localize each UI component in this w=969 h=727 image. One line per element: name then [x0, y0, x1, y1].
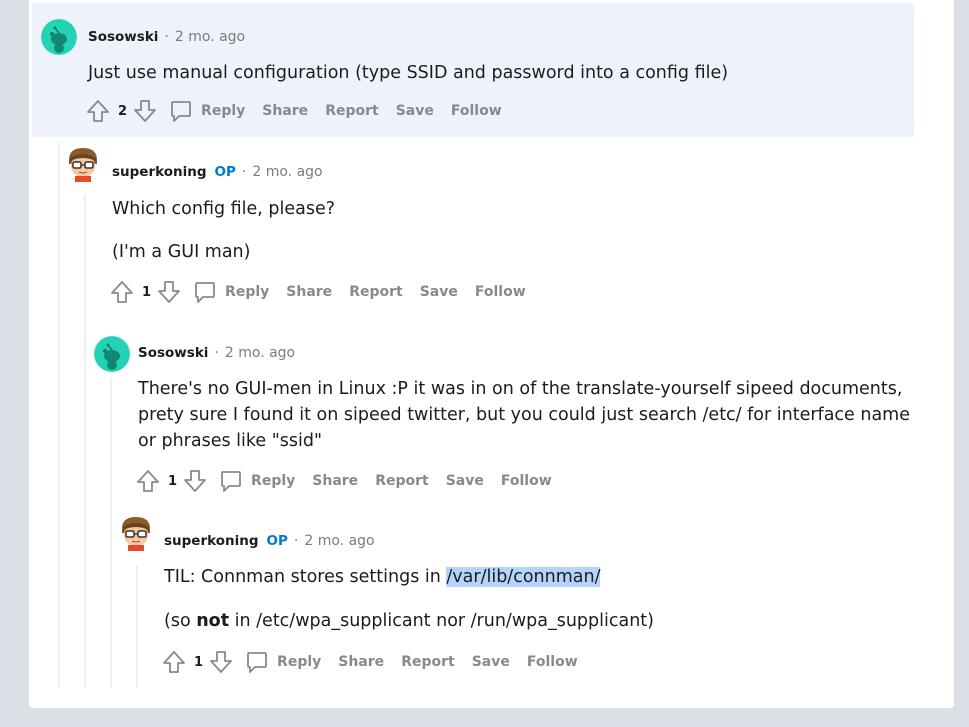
bold-text: not: [196, 611, 230, 631]
comment-meta: Sosowski · 2 mo. ago: [138, 345, 295, 361]
follow-button[interactable]: Follow: [501, 473, 552, 489]
downvote-arrow-icon[interactable]: [209, 650, 233, 674]
report-button[interactable]: Report: [375, 473, 429, 489]
comment-meta: superkoning OP · 2 mo. ago: [164, 533, 375, 549]
share-button[interactable]: Share: [286, 284, 332, 300]
report-button[interactable]: Report: [349, 284, 403, 300]
snoo-avatar-icon: [41, 19, 77, 55]
downvote-arrow-icon[interactable]: [183, 469, 207, 493]
op-badge: OP: [214, 164, 236, 180]
meta-separator: ·: [293, 533, 299, 549]
vote-count: 2: [118, 103, 128, 119]
report-button[interactable]: Report: [325, 103, 379, 119]
meta-separator: ·: [241, 164, 247, 180]
timestamp[interactable]: 2 mo. ago: [304, 533, 374, 549]
vote-count: 1: [142, 284, 152, 300]
comment-bubble-icon: [195, 282, 215, 303]
upvote-arrow-icon[interactable]: [86, 99, 110, 123]
report-button[interactable]: Report: [401, 654, 455, 670]
timestamp[interactable]: 2 mo. ago: [175, 29, 245, 45]
reply-label: Reply: [277, 654, 322, 670]
avatar[interactable]: [65, 146, 101, 182]
save-button[interactable]: Save: [446, 473, 484, 489]
upvote-arrow-icon[interactable]: [162, 650, 186, 674]
author-name[interactable]: Sosowski: [88, 29, 158, 45]
follow-button[interactable]: Follow: [475, 284, 526, 300]
comment-meta: Sosowski · 2 mo. ago: [88, 29, 245, 45]
reply-label: Reply: [201, 103, 246, 119]
save-button[interactable]: Save: [420, 284, 458, 300]
comment-body: Which config file, please?: [112, 199, 336, 219]
save-button[interactable]: Save: [472, 654, 510, 670]
thread-line[interactable]: [136, 565, 138, 688]
meta-separator: ·: [164, 29, 169, 45]
comment-meta: superkoning OP · 2 mo. ago: [112, 164, 323, 180]
comment-body: (I'm a GUI man): [112, 242, 251, 262]
body-text-segment: (so: [164, 611, 197, 631]
reply-button[interactable]: Reply: [245, 650, 321, 674]
comment-bubble-icon: [221, 471, 241, 492]
body-text-segment: in /etc/wpa_supplicant nor /run/wpa_supp…: [229, 611, 654, 631]
timestamp[interactable]: 2 mo. ago: [252, 164, 322, 180]
share-button[interactable]: Share: [262, 103, 308, 119]
author-name[interactable]: superkoning: [112, 164, 207, 180]
downvote-arrow-icon[interactable]: [157, 280, 181, 304]
thread-line[interactable]: [110, 378, 112, 688]
body-text-segment: TIL: Connman stores settings in: [164, 567, 447, 587]
avatar[interactable]: [41, 19, 77, 55]
comment-body: There's no GUI-men in Linux :P it was in…: [138, 379, 910, 451]
save-button[interactable]: Save: [396, 103, 434, 119]
reply-button[interactable]: Reply: [193, 280, 269, 304]
follow-button[interactable]: Follow: [451, 103, 502, 119]
share-button[interactable]: Share: [338, 654, 384, 670]
vote-count: 1: [168, 473, 178, 489]
comment-bubble-icon: [171, 101, 191, 122]
reply-button[interactable]: Reply: [169, 99, 245, 123]
comment-body: Just use manual configuration (type SSID…: [88, 63, 729, 83]
reply-button[interactable]: Reply: [219, 469, 295, 493]
snoo-avatar-icon: [94, 336, 130, 372]
vote-count: 1: [194, 654, 204, 670]
comment-actions: 1 Reply Share Report Save Follow: [162, 650, 578, 674]
reply-label: Reply: [251, 473, 296, 489]
comment-body: TIL: Connman stores settings in /var/lib…: [164, 564, 601, 590]
timestamp[interactable]: 2 mo. ago: [225, 345, 295, 361]
author-name[interactable]: Sosowski: [138, 345, 208, 361]
comment-bubble-icon: [247, 652, 267, 673]
glasses-character-avatar-icon: [69, 148, 97, 182]
avatar[interactable]: [118, 515, 154, 551]
downvote-arrow-icon[interactable]: [133, 99, 157, 123]
reply-label: Reply: [225, 284, 270, 300]
author-name[interactable]: superkoning: [164, 533, 259, 549]
upvote-arrow-icon[interactable]: [136, 469, 160, 493]
comment-actions: 2 Reply Share Report Save Follow: [86, 99, 502, 123]
upvote-arrow-icon[interactable]: [110, 280, 134, 304]
follow-button[interactable]: Follow: [527, 654, 578, 670]
comment-actions: 1 Reply Share Report Save Follow: [110, 280, 526, 304]
avatar[interactable]: [94, 336, 130, 372]
selected-path-text[interactable]: /var/lib/connman/: [446, 567, 601, 587]
meta-separator: ·: [214, 345, 219, 361]
comment-actions: 1 Reply Share Report Save Follow: [136, 469, 552, 493]
thread-line[interactable]: [58, 142, 60, 688]
glasses-character-avatar-icon: [122, 517, 150, 551]
comment-body: (so not in /etc/wpa_supplicant nor /run/…: [164, 608, 654, 634]
share-button[interactable]: Share: [312, 473, 358, 489]
op-badge: OP: [266, 533, 288, 549]
thread-line[interactable]: [84, 195, 86, 688]
